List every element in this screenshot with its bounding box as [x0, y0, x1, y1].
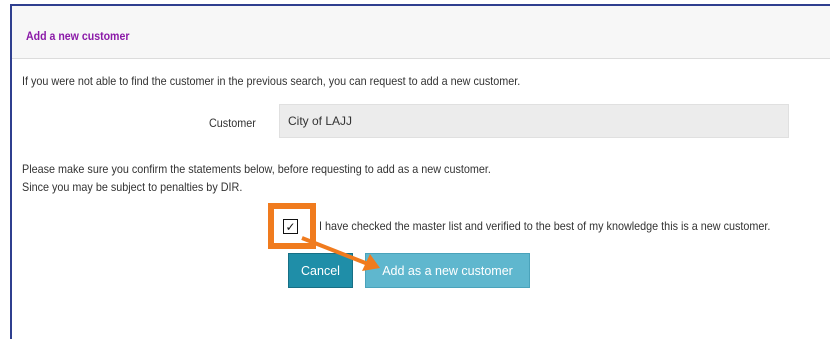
customer-input[interactable] [279, 104, 789, 138]
intro-text: If you were not able to find the custome… [22, 74, 521, 88]
confirm-checkbox-label: I have checked the master list and verif… [319, 219, 771, 233]
dialog-header: Add a new customer [12, 6, 830, 59]
confirm-checkbox[interactable]: ✓ [283, 219, 298, 234]
annotation-arrow-icon [301, 236, 380, 271]
customer-label: Customer [209, 116, 256, 130]
checkmark-icon: ✓ [285, 219, 296, 234]
confirm-text-line1: Please make sure you confirm the stateme… [22, 162, 491, 176]
confirm-text-line2: Since you may be subject to penalties by… [22, 180, 243, 194]
dialog-title: Add a new customer [26, 31, 130, 43]
